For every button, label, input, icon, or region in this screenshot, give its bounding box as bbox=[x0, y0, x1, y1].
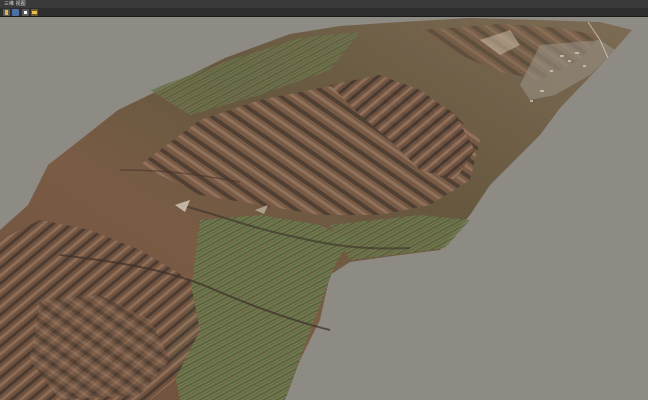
globe-tool-icon[interactable] bbox=[12, 9, 19, 16]
window-title: 三维 视图 bbox=[4, 1, 26, 7]
pointer-tool-icon[interactable] bbox=[3, 9, 10, 16]
toolbar bbox=[0, 8, 648, 17]
cube-tool-icon[interactable] bbox=[22, 9, 29, 16]
3d-terrain-viewport[interactable] bbox=[0, 18, 648, 400]
window-title-bar: 三维 视图 bbox=[0, 0, 648, 8]
terrain-mesh bbox=[0, 18, 632, 400]
folder-tool-icon[interactable] bbox=[31, 9, 38, 16]
terrain-render bbox=[0, 18, 632, 400]
